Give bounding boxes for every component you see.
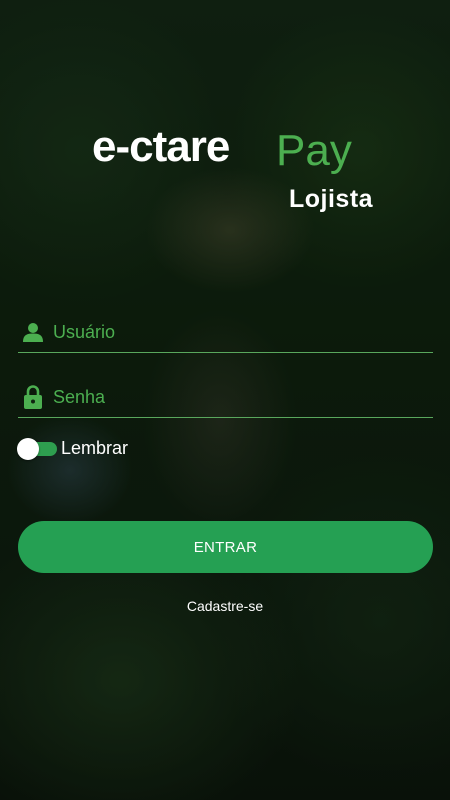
person-icon [21, 320, 45, 344]
username-field[interactable] [18, 312, 433, 353]
remember-switch[interactable] [17, 438, 57, 460]
logo-wordmark: e-ctare [92, 122, 230, 171]
app-logo: e-ctare Pay [92, 122, 392, 192]
signup-link[interactable]: Cadastre-se [0, 598, 450, 614]
remember-toggle-row: Lembrar [17, 436, 128, 460]
enter-button[interactable]: ENTRAR [18, 521, 433, 573]
lock-icon [21, 385, 45, 409]
username-input[interactable] [53, 321, 433, 343]
page-subtitle: Lojista [289, 185, 374, 213]
remember-label: Lembrar [61, 437, 129, 458]
password-field[interactable] [18, 377, 433, 418]
logo-pay: Pay [276, 126, 352, 175]
switch-thumb [17, 438, 39, 460]
password-input[interactable] [53, 386, 433, 408]
